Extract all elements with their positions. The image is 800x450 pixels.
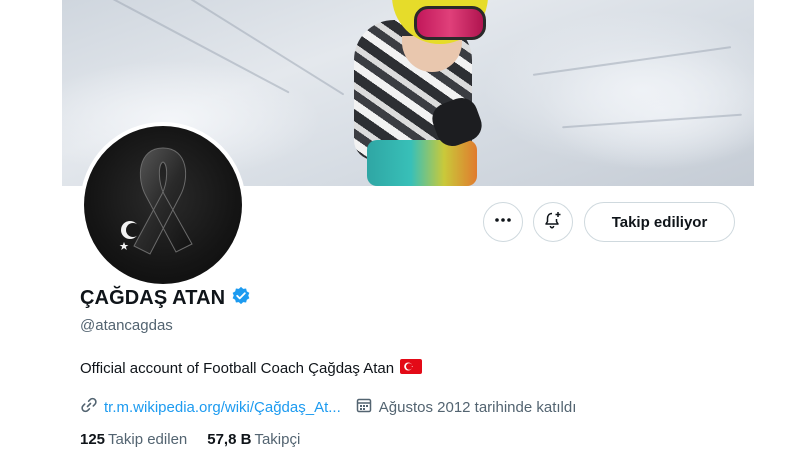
- profile-meta: tr.m.wikipedia.org/wiki/Çağdaş_At... Ağu…: [80, 396, 576, 418]
- following-stat[interactable]: 125 Takip edilen: [80, 431, 187, 448]
- joined-date: Ağustos 2012 tarihinde katıldı: [355, 396, 577, 418]
- turkey-flag-icon: [394, 359, 423, 378]
- black-ribbon-image: [84, 126, 242, 284]
- followers-label: Takipçi: [254, 431, 301, 448]
- name-row: ÇAĞDAŞ ATAN: [80, 286, 251, 311]
- followers-stat[interactable]: 57,8 B Takipçi: [207, 431, 300, 448]
- website-link[interactable]: tr.m.wikipedia.org/wiki/Çağdaş_At...: [80, 396, 341, 418]
- display-name: ÇAĞDAŞ ATAN: [80, 287, 226, 309]
- handle: @atancagdas: [80, 317, 173, 334]
- followers-count: 57,8 B: [207, 431, 252, 448]
- follow-stats: 125 Takip edilen 57,8 B Takipçi: [80, 431, 320, 448]
- more-button[interactable]: [483, 202, 523, 242]
- bio-text: Official account of Football Coach Çağda…: [80, 360, 395, 377]
- website-url[interactable]: tr.m.wikipedia.org/wiki/Çağdaş_At...: [104, 399, 341, 416]
- following-count: 125: [80, 431, 106, 448]
- link-icon: [80, 396, 104, 418]
- bell-plus-icon: [543, 210, 563, 235]
- notifications-button[interactable]: [533, 202, 573, 242]
- verified-badge-icon[interactable]: [225, 286, 251, 311]
- following-label: Takip edilen: [108, 431, 188, 448]
- more-dots-icon: [493, 210, 513, 235]
- profile-page: Takip ediliyor ÇAĞDAŞ ATAN @atancagdas O…: [0, 0, 800, 450]
- calendar-icon: [355, 396, 379, 418]
- joined-text: Ağustos 2012 tarihinde katıldı: [378, 398, 577, 416]
- bio: Official account of Football Coach Çağda…: [80, 359, 423, 378]
- avatar[interactable]: [80, 122, 246, 288]
- following-button[interactable]: Takip ediliyor: [584, 202, 735, 242]
